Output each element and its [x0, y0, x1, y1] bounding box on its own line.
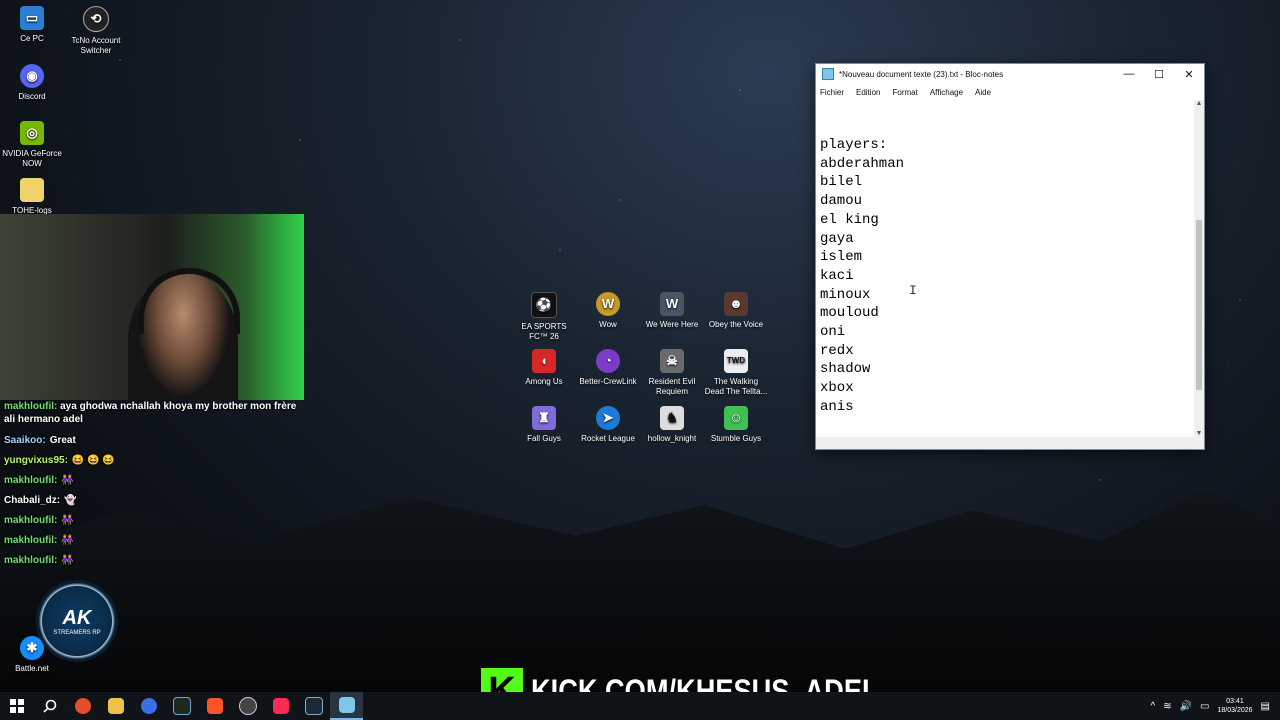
tiktok-icon: [272, 698, 289, 714]
desktop-icon-resident-evil[interactable]: ☠ Resident Evil Requiem: [640, 349, 704, 397]
account-switcher-icon: ⟲: [83, 6, 109, 32]
search-icon: [42, 699, 56, 713]
fall-guys-icon: ♜: [532, 406, 556, 430]
clock-time: 03:41: [1226, 698, 1244, 705]
system-tray: ^ ≋ 🔊 ▭ 03:41 18/03/2026 ▤: [1151, 692, 1280, 720]
taskbar-obs[interactable]: [231, 692, 264, 720]
notification-icon[interactable]: ▤: [1261, 701, 1270, 712]
vertical-scrollbar[interactable]: ▲ ▼: [1194, 100, 1204, 437]
desktop-icon-ea-fc[interactable]: ⚽ EA SPORTS FC™ 26: [512, 292, 576, 342]
ak-streamers-logo: AK STREAMERS RP: [36, 580, 118, 662]
walking-dead-icon: TWD: [724, 349, 748, 373]
nvidia-icon: ◎: [20, 121, 44, 145]
taskbar-terminal[interactable]: [165, 692, 198, 720]
desktop-icon-tcno[interactable]: ⟲ TcNo Account Switcher: [64, 6, 128, 56]
chat-message: makhloufil: 👭: [4, 554, 74, 566]
start-button[interactable]: [0, 692, 33, 720]
desktop-icon-among-us[interactable]: ◖ Among Us: [512, 349, 576, 387]
obs-icon: [238, 697, 257, 715]
desktop-icon-wow[interactable]: W Wow: [576, 292, 640, 330]
app-blue-icon: [140, 698, 157, 714]
search-button[interactable]: [33, 692, 66, 720]
desktop-icon-nvidia[interactable]: ◎ NVIDIA GeForce NOW: [0, 121, 64, 169]
battery-icon[interactable]: ▭: [1200, 701, 1209, 712]
rocket-league-icon: ➤: [596, 406, 620, 430]
notepad-icon: [338, 697, 355, 713]
desktop-icon-walking-dead[interactable]: TWD The Walking Dead The Tellta...: [704, 349, 768, 397]
notepad-icon: [822, 68, 834, 80]
webcam-overlay: [0, 214, 304, 400]
desktop-icon-fall-guys[interactable]: ♜ Fall Guys: [512, 406, 576, 444]
clock[interactable]: 03:41 18/03/2026: [1218, 697, 1253, 715]
desktop-icon-obey-the-voice[interactable]: ☻ Obey the Voice: [704, 292, 768, 330]
ea-fc-icon: ⚽: [531, 292, 557, 318]
minimize-button[interactable]: —: [1114, 64, 1144, 84]
we-were-here-icon: W: [660, 292, 684, 316]
taskbar-steam[interactable]: [297, 692, 330, 720]
obey-voice-icon: ☻: [724, 292, 748, 316]
crewlink-icon: ◔: [596, 349, 620, 373]
menu-format[interactable]: Format: [892, 88, 917, 97]
chat-message: yungvixus95: 😆 😆 😆: [4, 454, 115, 466]
text-cursor-icon: I: [909, 283, 917, 298]
desktop-icon-rocket-league[interactable]: ➤ Rocket League: [576, 406, 640, 444]
menu-fichier[interactable]: Fichier: [820, 88, 844, 97]
network-icon[interactable]: ≋: [1163, 701, 1171, 712]
horizontal-scrollbar[interactable]: [816, 437, 1204, 449]
notepad-title-bar[interactable]: *Nouveau document texte (23).txt - Bloc-…: [816, 64, 1204, 84]
clock-date: 18/03/2026: [1217, 707, 1253, 714]
notepad-window[interactable]: *Nouveau document texte (23).txt - Bloc-…: [815, 63, 1205, 450]
chat-message: makhloufil: 👭: [4, 514, 74, 526]
steam-icon: [304, 697, 323, 715]
menu-affichage[interactable]: Affichage: [930, 88, 963, 97]
menu-aide[interactable]: Aide: [975, 88, 991, 97]
file-explorer-icon: [107, 698, 124, 714]
taskbar: ^ ≋ 🔊 ▭ 03:41 18/03/2026 ▤: [0, 692, 1280, 720]
desktop-icon-stumble-guys[interactable]: ☺ Stumble Guys: [704, 406, 768, 444]
headset-shape: [138, 268, 240, 334]
taskbar-brave[interactable]: [198, 692, 231, 720]
volume-icon[interactable]: 🔊: [1180, 701, 1192, 712]
taskbar-file-explorer[interactable]: [99, 692, 132, 720]
chat-message: makhloufil: 👭: [4, 474, 74, 486]
taskbar-tiktok[interactable]: [264, 692, 297, 720]
notepad-title: *Nouveau document texte (23).txt - Bloc-…: [839, 69, 1004, 79]
desktop-icon-discord[interactable]: ◉ Discord: [0, 64, 64, 102]
close-button[interactable]: ✕: [1174, 64, 1204, 84]
terminal-icon: [172, 697, 191, 715]
scroll-thumb[interactable]: [1196, 220, 1202, 390]
notepad-text-area[interactable]: players: abderahman bilel damou el king …: [816, 100, 1194, 437]
taskbar-notepad[interactable]: [330, 692, 363, 720]
stumble-guys-icon: ☺: [724, 406, 748, 430]
desktop-icon-hollow-knight[interactable]: ♞ hollow_knight: [640, 406, 704, 444]
desktop-icon-we-were-here[interactable]: W We Were Here: [640, 292, 704, 330]
taskbar-chrome[interactable]: [66, 692, 99, 720]
brave-icon: [206, 698, 223, 714]
hollow-knight-icon: ♞: [660, 406, 684, 430]
chat-message: Chabali_dz: 👻: [4, 494, 77, 506]
stream-chat: makhloufil: aya ghodwa nchallah khoya my…: [4, 400, 304, 570]
computer-icon: ▭: [20, 6, 44, 30]
notepad-menu-bar: Fichier Edition Format Affichage Aide: [816, 84, 1204, 100]
windows-icon: [9, 699, 24, 713]
scroll-down-icon[interactable]: ▼: [1194, 430, 1204, 437]
desktop-icon-ce-pc[interactable]: ▭ Ce PC: [0, 6, 64, 44]
wow-icon: W: [596, 292, 620, 316]
discord-icon: ◉: [20, 64, 44, 88]
folder-icon: [20, 178, 44, 202]
chat-message: makhloufil: aya ghodwa nchallah khoya my…: [4, 401, 297, 425]
taskbar-app-blue[interactable]: [132, 692, 165, 720]
menu-edition[interactable]: Edition: [856, 88, 880, 97]
chat-message: makhloufil: 👭: [4, 534, 74, 546]
scroll-up-icon[interactable]: ▲: [1194, 100, 1204, 107]
desktop-icon-tohe-logs[interactable]: TOHE-logs: [0, 178, 64, 216]
desktop-icon-better-crewlink[interactable]: ◔ Better-CrewLink: [576, 349, 640, 387]
among-us-icon: ◖: [532, 349, 556, 373]
resident-evil-icon: ☠: [660, 349, 684, 373]
chat-message: Saaikoo: Great: [4, 434, 76, 446]
chrome-icon: [74, 698, 91, 714]
maximize-button[interactable]: ☐: [1144, 64, 1174, 84]
chevron-up-icon[interactable]: ^: [1151, 701, 1156, 712]
